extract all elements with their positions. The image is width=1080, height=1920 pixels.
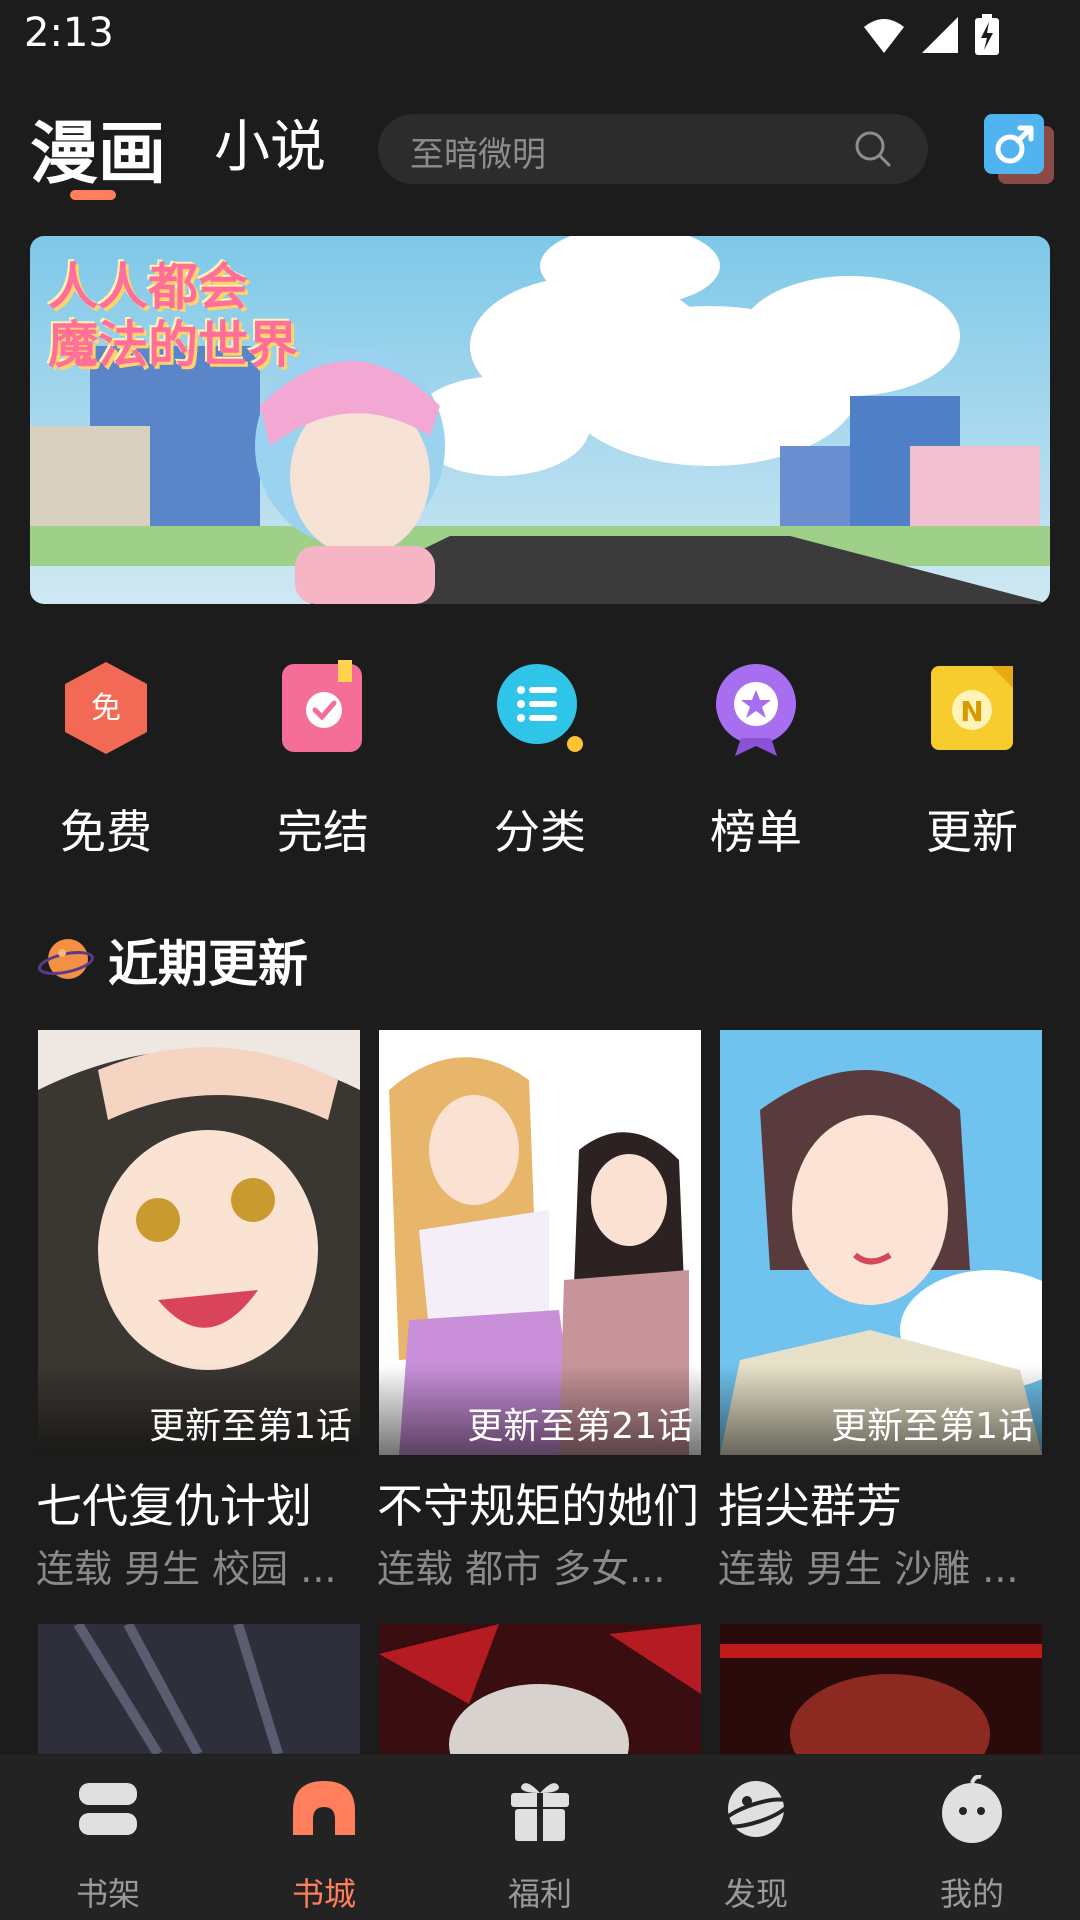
section-title: 近期更新 [108,935,308,993]
promo-banner[interactable]: 人人都会 魔法的世界 [30,236,1050,604]
bookstore-icon [293,1781,355,1835]
banner-title-line1: 人人都会 [48,258,248,316]
cover-illustration [379,1624,701,1754]
app-screen: 2:13 漫画 小说 至暗微明 人人都会 魔法的世界 免 免费 完结 分类 榜单… [0,0,1080,1920]
comic-update-status: 更新至第21话 [467,1406,693,1447]
section-header: 近期更新 [38,930,308,993]
gift-icon [511,1783,569,1841]
svg-text:免: 免 [91,691,121,726]
wifi-icon [864,19,904,53]
bottom-nav-label: 书架 [75,1875,140,1913]
comic-title[interactable]: 七代复仇计划 [36,1470,312,1536]
search-input[interactable]: 至暗微明 [378,114,928,184]
bottom-nav-label: 我的 [939,1875,1004,1913]
search-icon[interactable] [854,130,892,168]
quick-label-ranking: 榜单 [710,805,802,859]
quick-item-category[interactable]: 分类 [450,660,630,860]
status-bar: 2:13 [0,0,1080,75]
svg-text:N: N [960,695,983,728]
quick-item-update[interactable]: N 更新 [882,660,1062,860]
comic-cover[interactable] [720,1624,1042,1754]
comic-cover[interactable]: 更新至第21话 [379,1030,701,1455]
comic-update-status: 更新至第1话 [149,1406,352,1447]
comic-title[interactable]: 指尖群芳 [718,1470,902,1536]
comic-card[interactable]: 更新至第1话 指尖群芳 连载 男生 沙雕 ... [718,1030,1042,1591]
quick-label-category: 分类 [494,805,586,859]
planet-icon [38,939,94,979]
cover-illustration [38,1624,360,1754]
cover-illustration [720,1624,1042,1754]
banner-title: 人人都会 魔法的世界 [48,258,298,374]
bottom-nav: 书架 书城 福利 发现 我的 [0,1755,1080,1920]
bottom-nav-label: 书城 [291,1875,356,1913]
bottom-nav-label: 福利 [507,1875,572,1913]
comic-card[interactable]: 更新至第21话 不守规矩的她们 连载 都市 多女... [377,1030,701,1591]
comic-tags: 连载 男生 沙雕 ... [718,1547,1019,1591]
quick-label-completed: 完结 [277,805,369,859]
status-time: 2:13 [24,10,114,56]
banner-title-line2: 魔法的世界 [48,316,298,374]
bottom-nav-profile[interactable]: 我的 [864,1775,1080,1915]
bookshelf-icon [79,1783,137,1835]
quick-item-ranking[interactable]: 榜单 [666,660,846,860]
comic-title[interactable]: 不守规矩的她们 [377,1470,699,1536]
search-placeholder: 至暗微明 [410,135,546,175]
quick-item-free[interactable]: 免 免费 [16,660,196,860]
comic-card[interactable]: 更新至第1话 七代复仇计划 连载 男生 校园 ... [36,1030,360,1591]
quick-item-completed[interactable]: 完结 [233,660,413,860]
quick-label-free: 免费 [60,805,152,859]
battery-icon [975,14,999,55]
tab-comics[interactable]: 漫画 [30,98,166,197]
profile-icon [942,1775,1002,1843]
tab-novels[interactable]: 小说 [214,102,326,183]
update-icon: N [931,666,1013,750]
bottom-nav-welfare[interactable]: 福利 [432,1775,648,1915]
quick-label-update: 更新 [926,805,1018,859]
bottom-nav-discover[interactable]: 发现 [648,1775,864,1915]
bottom-nav-label: 发现 [723,1875,788,1913]
comic-update-status: 更新至第1话 [831,1406,1034,1447]
bottom-nav-bookshelf[interactable]: 书架 [0,1775,216,1915]
comic-cover[interactable]: 更新至第1话 [720,1030,1042,1455]
quick-menu: 免 免费 完结 分类 榜单 N 更新 [0,660,1080,860]
signal-icon [922,17,958,53]
category-icon [497,664,583,752]
free-icon: 免 [65,662,147,754]
top-nav: 漫画 小说 至暗微明 [0,90,1080,210]
gender-switch-icon[interactable] [984,112,1056,186]
comic-cover[interactable] [38,1624,360,1754]
comic-tags: 连载 都市 多女... [377,1547,666,1591]
status-icons [862,14,1000,56]
comic-row-partial [38,1624,1042,1754]
ranking-icon [716,664,796,756]
comic-cover[interactable] [379,1624,701,1754]
comic-tags: 连载 男生 校园 ... [36,1547,337,1591]
active-tab-indicator [70,190,116,200]
completed-icon [282,660,362,752]
discover-icon [723,1781,789,1837]
bottom-nav-bookstore[interactable]: 书城 [216,1775,432,1915]
comic-cover[interactable]: 更新至第1话 [38,1030,360,1455]
